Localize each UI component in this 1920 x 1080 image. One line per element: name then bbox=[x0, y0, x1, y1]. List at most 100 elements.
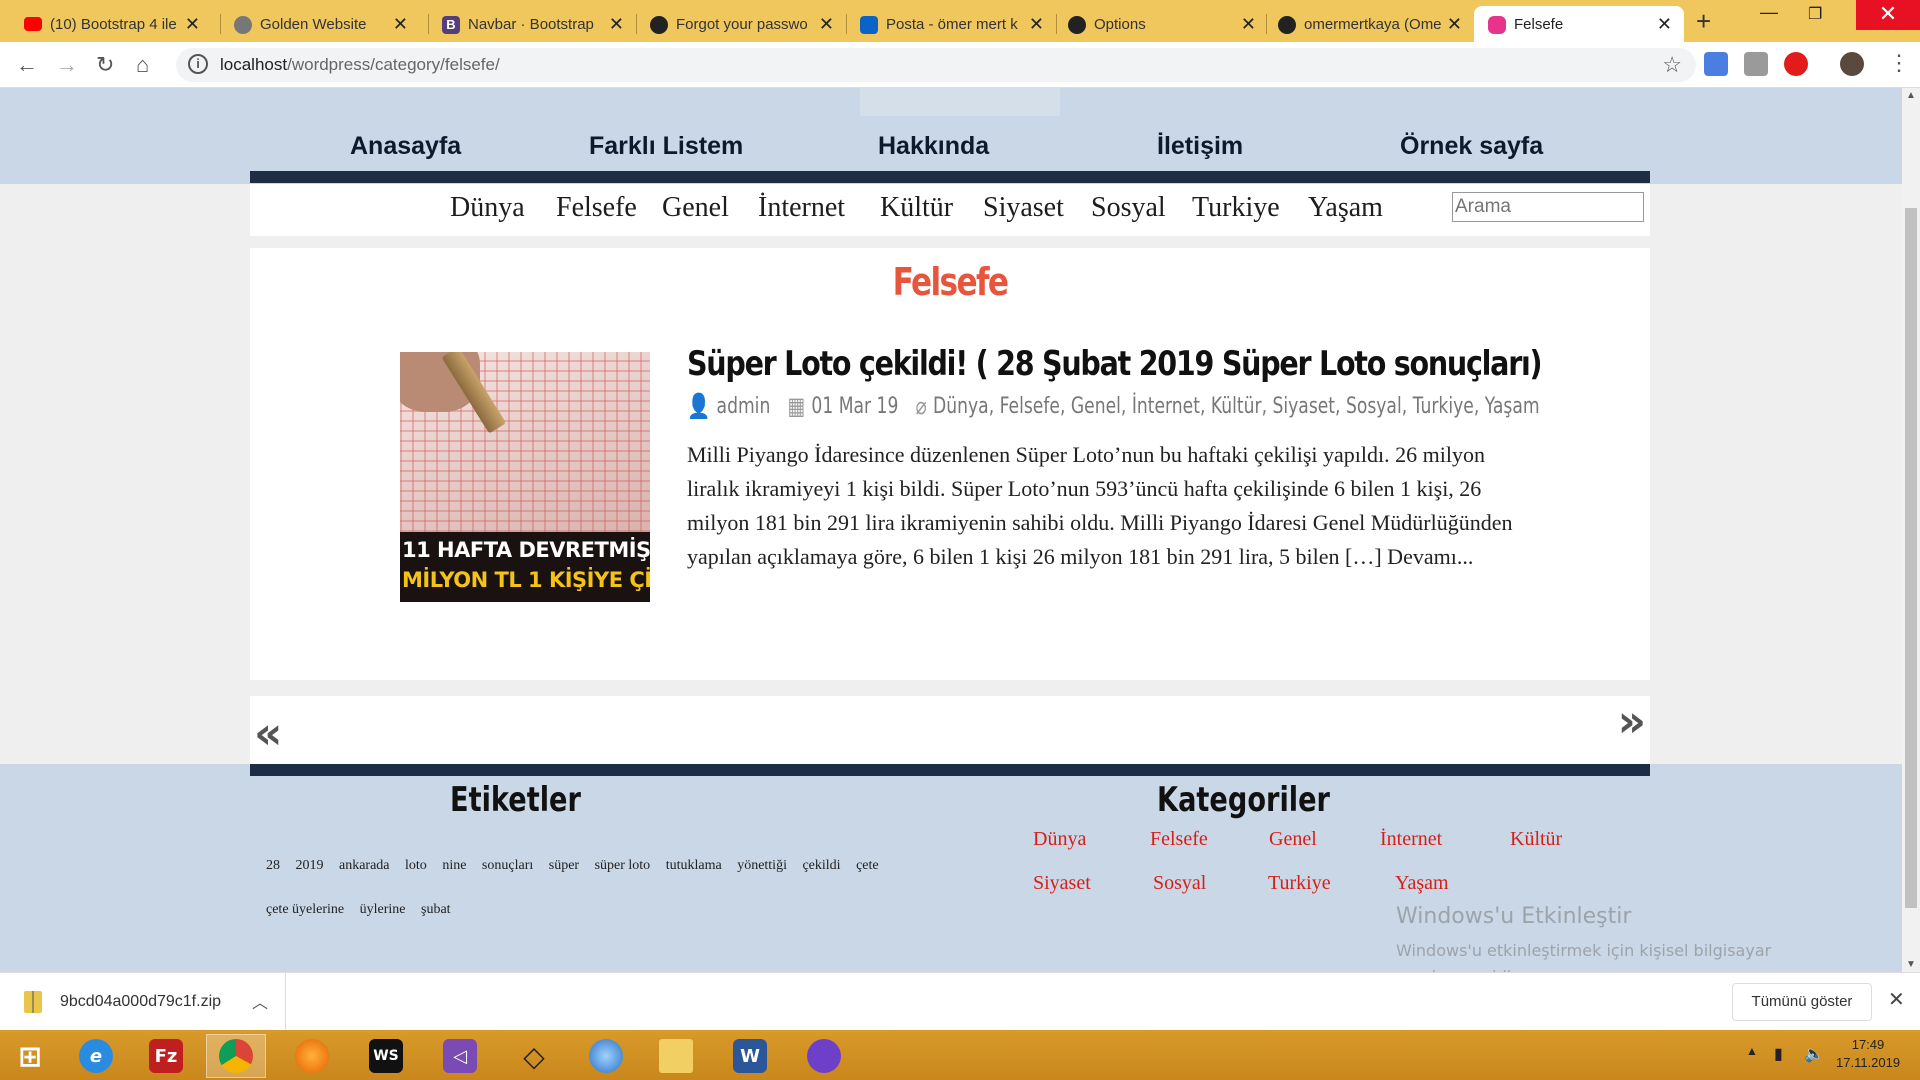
cat-kultur[interactable]: Kültür bbox=[880, 192, 953, 224]
cat-dunya[interactable]: Dünya bbox=[450, 192, 525, 224]
tag-link[interactable]: şubat bbox=[421, 902, 451, 917]
footer-cat-sosyal[interactable]: Sosyal bbox=[1153, 872, 1206, 895]
home-icon[interactable]: ⌂ bbox=[136, 52, 149, 78]
close-icon[interactable]: ✕ bbox=[1447, 14, 1462, 35]
close-icon[interactable]: ✕ bbox=[393, 14, 408, 35]
tag-link[interactable]: tutuklama bbox=[666, 858, 722, 873]
footer-cat-turkiye[interactable]: Turkiye bbox=[1268, 872, 1331, 895]
taskbar-clock[interactable]: 17:49 17.11.2019 bbox=[1836, 1036, 1900, 1072]
show-all-downloads-button[interactable]: Tümünü göster bbox=[1732, 983, 1872, 1021]
footer-cat-felsefe[interactable]: Felsefe bbox=[1150, 828, 1208, 851]
download-item[interactable]: 9bcd04a000d79c1f.zip ︿ bbox=[0, 973, 286, 1031]
post-categories[interactable]: Dünya, Felsefe, Genel, İnternet, Kültür,… bbox=[933, 394, 1540, 419]
footer-cat-genel[interactable]: Genel bbox=[1269, 828, 1317, 851]
cat-genel[interactable]: Genel bbox=[662, 192, 729, 224]
post-thumbnail[interactable]: 11 HAFTA DEVRETMİŞTİ MİLYON TL 1 KİŞİYE … bbox=[400, 352, 650, 602]
close-icon[interactable]: ✕ bbox=[185, 14, 200, 35]
footer-cat-internet[interactable]: İnternet bbox=[1380, 828, 1442, 851]
restore-icon[interactable]: ❐ bbox=[1808, 4, 1822, 24]
cat-siyaset[interactable]: Siyaset bbox=[983, 192, 1064, 224]
tag-link[interactable]: süper bbox=[549, 858, 579, 873]
tag-link[interactable]: yönettiği bbox=[737, 858, 787, 873]
close-icon[interactable]: ✕ bbox=[819, 14, 834, 35]
unity-icon[interactable]: ◇ bbox=[504, 1034, 564, 1078]
tab-outlook[interactable]: Posta - ömer mert k ✕ bbox=[860, 6, 1056, 42]
tag-link[interactable]: 2019 bbox=[296, 858, 324, 873]
tag-link[interactable]: loto bbox=[405, 858, 427, 873]
tag-link[interactable]: sonuçları bbox=[482, 858, 533, 873]
tag-link[interactable]: üylerine bbox=[360, 902, 406, 917]
tag-link[interactable]: ankarada bbox=[339, 858, 390, 873]
back-arrow-icon[interactable]: ← bbox=[16, 52, 38, 78]
volume-icon[interactable]: 🔈 bbox=[1804, 1044, 1824, 1064]
tab-github-options[interactable]: Options ✕ bbox=[1068, 6, 1268, 42]
webstorm-icon[interactable]: WS bbox=[356, 1034, 416, 1078]
cat-yasam[interactable]: Yaşam bbox=[1308, 192, 1383, 224]
address-bar[interactable]: i localhost/wordpress/category/felsefe/ … bbox=[176, 48, 1696, 82]
close-icon[interactable]: ✕ bbox=[609, 14, 624, 35]
adblock-icon[interactable] bbox=[1784, 52, 1808, 76]
menu-kebab-icon[interactable]: ⋮ bbox=[1888, 50, 1910, 76]
cat-internet[interactable]: İnternet bbox=[758, 192, 845, 224]
new-tab-button[interactable]: + bbox=[1696, 6, 1711, 37]
tab-youtube[interactable]: (10) Bootstrap 4 ile ✕ bbox=[24, 6, 212, 42]
google-translate-icon[interactable] bbox=[1704, 52, 1728, 76]
close-icon[interactable]: ✕ bbox=[1241, 14, 1256, 35]
nav-farkli-listem[interactable]: Farklı Listem bbox=[589, 132, 743, 161]
chrome-icon[interactable] bbox=[206, 1034, 266, 1078]
tag-link[interactable]: süper loto bbox=[595, 858, 651, 873]
tab-bootstrap-navbar[interactable]: B Navbar · Bootstrap ✕ bbox=[442, 6, 636, 42]
tag-link[interactable]: çete üyelerine bbox=[266, 902, 344, 917]
word-icon[interactable]: W bbox=[720, 1034, 780, 1078]
browser-globe-icon[interactable] bbox=[576, 1034, 636, 1078]
post-title[interactable]: Süper Loto çekildi! ( 28 Şubat 2019 Süpe… bbox=[687, 344, 1543, 384]
forward-arrow-icon[interactable]: → bbox=[56, 52, 78, 78]
cat-turkiye[interactable]: Turkiye bbox=[1192, 192, 1280, 224]
post-author[interactable]: admin bbox=[717, 394, 771, 419]
tag-link[interactable]: 28 bbox=[266, 858, 280, 873]
chevron-up-icon[interactable]: ︿ bbox=[252, 989, 268, 1013]
tag-link[interactable]: çete bbox=[856, 858, 879, 873]
tab-github-profile[interactable]: omermertkaya (Ome ✕ bbox=[1278, 6, 1474, 42]
profile-avatar[interactable] bbox=[1840, 52, 1864, 76]
scroll-up-arrow-icon[interactable]: ▲ bbox=[1906, 90, 1916, 101]
window-close-button[interactable]: ✕ bbox=[1856, 0, 1920, 30]
chevron-up-icon[interactable]: ▲ bbox=[1746, 1044, 1758, 1058]
footer-cat-siyaset[interactable]: Siyaset bbox=[1033, 872, 1091, 895]
minimize-icon[interactable]: — bbox=[1760, 2, 1778, 23]
internet-explorer-icon[interactable]: e bbox=[66, 1034, 126, 1078]
close-icon[interactable]: ✕ bbox=[1888, 987, 1905, 1012]
footer-cat-yasam[interactable]: Yaşam bbox=[1395, 872, 1449, 895]
footer-cat-kultur[interactable]: Kültür bbox=[1510, 828, 1562, 851]
nav-hakkinda[interactable]: Hakkında bbox=[878, 132, 989, 161]
visual-studio-icon[interactable]: ◁ bbox=[430, 1034, 490, 1078]
download-filename[interactable]: 9bcd04a000d79c1f.zip bbox=[60, 993, 221, 1011]
next-page-button[interactable]: » bbox=[1618, 696, 1646, 747]
tab-github-forgot-password[interactable]: Forgot your passwo ✕ bbox=[650, 6, 846, 42]
footer-cat-dunya[interactable]: Dünya bbox=[1033, 828, 1086, 851]
site-info-icon[interactable]: i bbox=[188, 54, 208, 74]
reload-icon[interactable]: ↻ bbox=[96, 52, 114, 78]
tag-link[interactable]: nine bbox=[442, 858, 466, 873]
scrollbar-thumb[interactable] bbox=[1905, 208, 1917, 908]
github-desktop-icon[interactable] bbox=[794, 1034, 854, 1078]
tag-link[interactable]: çekildi bbox=[802, 858, 840, 873]
nav-iletisim[interactable]: İletişim bbox=[1157, 132, 1243, 161]
close-icon[interactable]: ✕ bbox=[1657, 14, 1672, 35]
url-text[interactable]: localhost/wordpress/category/felsefe/ bbox=[220, 55, 500, 75]
cat-sosyal[interactable]: Sosyal bbox=[1091, 192, 1166, 224]
scroll-down-arrow-icon[interactable]: ▼ bbox=[1906, 959, 1916, 970]
search-input[interactable] bbox=[1452, 192, 1644, 222]
nav-ornek-sayfa[interactable]: Örnek sayfa bbox=[1400, 132, 1543, 161]
nav-anasayfa[interactable]: Anasayfa bbox=[350, 132, 461, 161]
filezilla-icon[interactable]: Fz bbox=[136, 1034, 196, 1078]
extension-icon[interactable] bbox=[1744, 52, 1768, 76]
network-icon[interactable]: ▮ bbox=[1774, 1044, 1783, 1064]
page-scrollbar[interactable]: ▲ ▼ bbox=[1902, 88, 1920, 972]
file-explorer-icon[interactable] bbox=[646, 1034, 706, 1078]
tab-golden-website[interactable]: Golden Website ✕ bbox=[234, 6, 420, 42]
previous-page-button[interactable]: « bbox=[254, 708, 282, 759]
bookmark-star-icon[interactable]: ☆ bbox=[1662, 52, 1682, 78]
firefox-icon[interactable] bbox=[282, 1034, 342, 1078]
windows-start-icon[interactable]: ⊞ bbox=[0, 1034, 60, 1078]
